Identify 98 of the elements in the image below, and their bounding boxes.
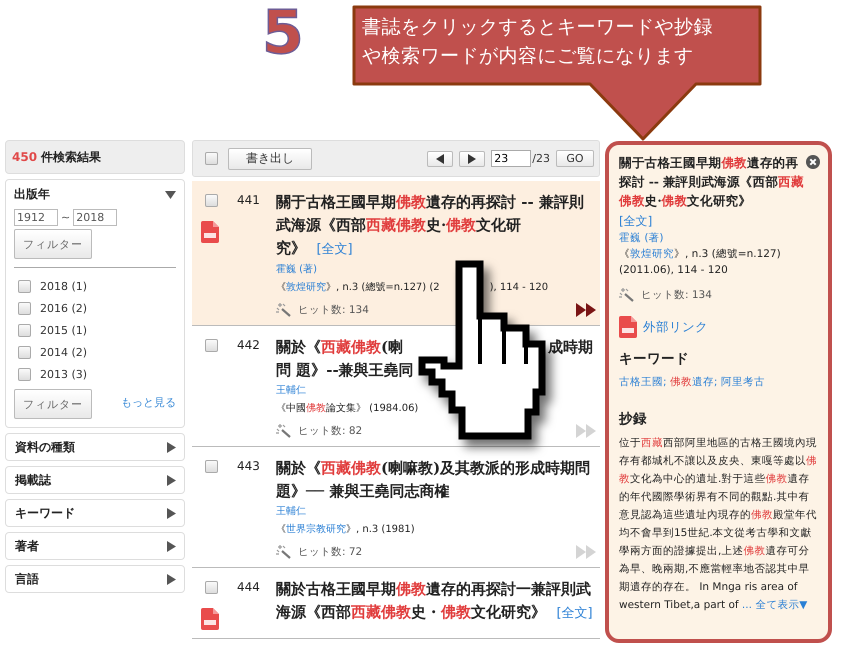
result-title[interactable]: 關於古格王國早期佛教遺存的再探討一兼評則武海源《西部西藏佛教史・佛教文化研究》 [全文] [276,578,596,625]
show-more-link[interactable]: もっと見る [121,395,176,410]
year-from-field[interactable]: 1912 [14,209,58,226]
close-icon[interactable] [806,155,820,169]
result-title[interactable]: 成時期 [548,338,594,356]
export-button[interactable]: 書き出し [228,148,312,170]
left-arrow-icon[interactable] [436,154,444,164]
fulltext-link[interactable]: [全文] [619,214,652,228]
result-title[interactable]: 關於《西藏佛教(喇嘛教)及其教派的形成時期問題》── 兼與王堯同志商榷 [276,457,596,503]
year-option-label: 2015 (1) [40,324,88,336]
result-number: 441 [236,192,259,209]
checkbox[interactable] [205,460,218,473]
journal-link[interactable]: 敦煌研究 [286,282,326,293]
facet-panel[interactable]: 資料の種類 [5,433,185,461]
pdf-icon[interactable] [200,608,218,630]
fulltext-link[interactable]: [全文] [316,242,353,257]
journal-link[interactable]: 敦煌研究 [630,248,674,260]
author-link[interactable]: 霍巍 (著) [276,264,317,275]
facet-panel[interactable]: キーワード [5,499,185,527]
result-row[interactable]: 441 關于古格王國早期佛教遺存的再探討 -- 兼評則武海源《西部西藏佛教史·佛教文化研究》 [全文] 霍巍 (著) 《敦煌研究》, n.3 (總號=n.127) (2 ), 114 - 120 ヒット数: 134 [192,181,600,326]
wand-icon [619,288,635,302]
source-text: 《敦煌研究》, n.3 (總號=n.127) (2 [276,282,440,293]
facet-title[interactable]: 掲載誌 [15,472,51,488]
checkbox[interactable] [18,346,31,358]
checkbox[interactable] [18,368,31,380]
next-page-button[interactable] [459,150,486,166]
facet-panel[interactable]: 著者 [5,532,185,560]
caret-icon[interactable] [167,540,176,552]
facet-panel[interactable]: 言語 [5,565,185,593]
abstract-text: 位于西藏西部阿里地區的古格王國境內現存有都城札不讓以及皮央、東嘎等處以佛教文化為中心的遺址.對于這些佛教遺存的年代國際學術界有不同的觀點.其中有意見認為這些遺址內現存的佛教殿堂年代均不會早到15世紀.本文從考古學和文獻學兩方面的證據提出,上述佛教遺存可分為早、晚兩期,不應當輕率地否認其中早期遺存的存在。 In Mnga ris area of western Tibet,a part of ... 全て表示▼ [619,436,818,613]
external-link[interactable]: 外部リンク [643,318,708,336]
source-text: ), 114 - 120 [490,282,548,293]
facet-title[interactable]: 出版年 [14,186,50,203]
author-link[interactable]: 王輔仁 [276,506,306,517]
step-number: 5 [262,0,304,68]
checkbox[interactable] [18,302,31,314]
pdf-icon[interactable] [619,316,637,338]
result-number: 444 [236,579,259,596]
result-title[interactable]: 關於《西藏佛教(喇 [276,338,404,356]
detail-title: 關于古格王國早期佛教遺存的再探討 -- 兼評則武海源《西部西藏佛教史·佛教文化研究》 [619,154,805,210]
callout-text: 書誌をクリックするとキーワードや抄録 や検索ワードが内容にご覧になります [362,15,713,69]
facet-title[interactable]: キーワード [15,504,75,522]
facet-title[interactable]: 言語 [15,570,39,588]
wand-icon [276,424,292,438]
caret-icon[interactable] [165,190,176,198]
result-number: 442 [236,337,259,354]
select-all-checkbox[interactable] [205,152,218,165]
hit-count: ヒット数: 134 [641,288,712,302]
result-title[interactable]: 問 題》--兼與王堯同 [276,361,414,379]
facet-title[interactable]: 著者 [15,538,39,554]
result-count-label: 件検索結果 [41,148,102,166]
checkbox[interactable] [205,339,218,352]
page-total: /23 [532,152,550,165]
hit-count: ヒット数: 72 [298,545,362,559]
checkbox[interactable] [205,194,218,207]
range-separator: ~ [61,211,70,224]
pdf-icon[interactable] [200,221,218,243]
author-link[interactable]: 王輔仁 [276,385,306,396]
checkbox[interactable] [18,324,31,336]
year-option-label: 2013 (3) [40,368,88,380]
caret-icon[interactable] [167,474,176,486]
filter-button[interactable]: フィルター [14,389,92,419]
author-link[interactable]: 霍巍 (著) [619,232,664,244]
result-row[interactable]: 444 關於古格王國早期佛教遺存的再探討一兼評則武海源《西部西藏佛教史・佛教文化研究》 [全文] [192,568,600,639]
go-button[interactable]: GO [556,150,594,167]
result-count: 450 [12,150,38,164]
result-number: 443 [236,458,259,475]
right-arrow-icon[interactable] [468,154,476,164]
source-text: 《世界宗教研究》, n.3 (1981) [276,524,415,535]
page-field[interactable]: 23 [491,150,532,167]
year-option-label: 2014 (2) [40,346,88,358]
keyword-links[interactable]: 古格王國; 佛教遺存; 阿里考古 [619,374,818,390]
filter-button[interactable]: フィルター [14,229,92,259]
checkbox[interactable] [205,581,218,594]
facet-panel[interactable]: 掲載誌 [5,466,185,494]
source-text: 《中國佛教論文集》 (1984.06) [276,403,418,414]
section-heading: 抄録 [619,410,648,428]
previous-page-button[interactable] [427,150,454,166]
hit-count: ヒット数: 134 [298,303,369,317]
checkbox[interactable] [18,280,31,292]
source-text: 《敦煌研究》, n.3 (總號=n.127) (2011.06), 114 - 120 [619,247,782,278]
year-to-field[interactable]: 2018 [73,209,118,226]
caret-icon[interactable] [167,574,176,584]
year-option-label: 2018 (1) [40,280,88,292]
show-all-link[interactable]: 全て表示▼ [755,599,808,611]
wand-icon [276,303,292,317]
hit-count: ヒット数: 82 [298,424,362,438]
wand-icon [276,545,292,559]
facet-title[interactable]: 資料の種類 [15,438,75,456]
section-heading: キーワード [619,350,690,368]
caret-icon[interactable] [167,442,176,452]
fast-forward-icon[interactable] [576,303,596,317]
year-option-label: 2016 (2) [40,302,88,314]
caret-icon[interactable] [167,508,176,518]
fulltext-link[interactable]: [全文] [556,606,593,621]
result-row[interactable]: 443 關於《西藏佛教(喇嘛教)及其教派的形成時期問題》── 兼與王堯同志商榷 王輔仁 《世界宗教研究》, n.3 (1981) ヒット数: 72 [192,447,600,568]
result-title[interactable]: 關于古格王國早期佛教遺存的再探討 -- 兼評則武海源《西部西藏佛教史·佛教文化研究》 [全文] [276,191,596,261]
journal-link[interactable]: 世界宗教研究 [286,524,346,535]
